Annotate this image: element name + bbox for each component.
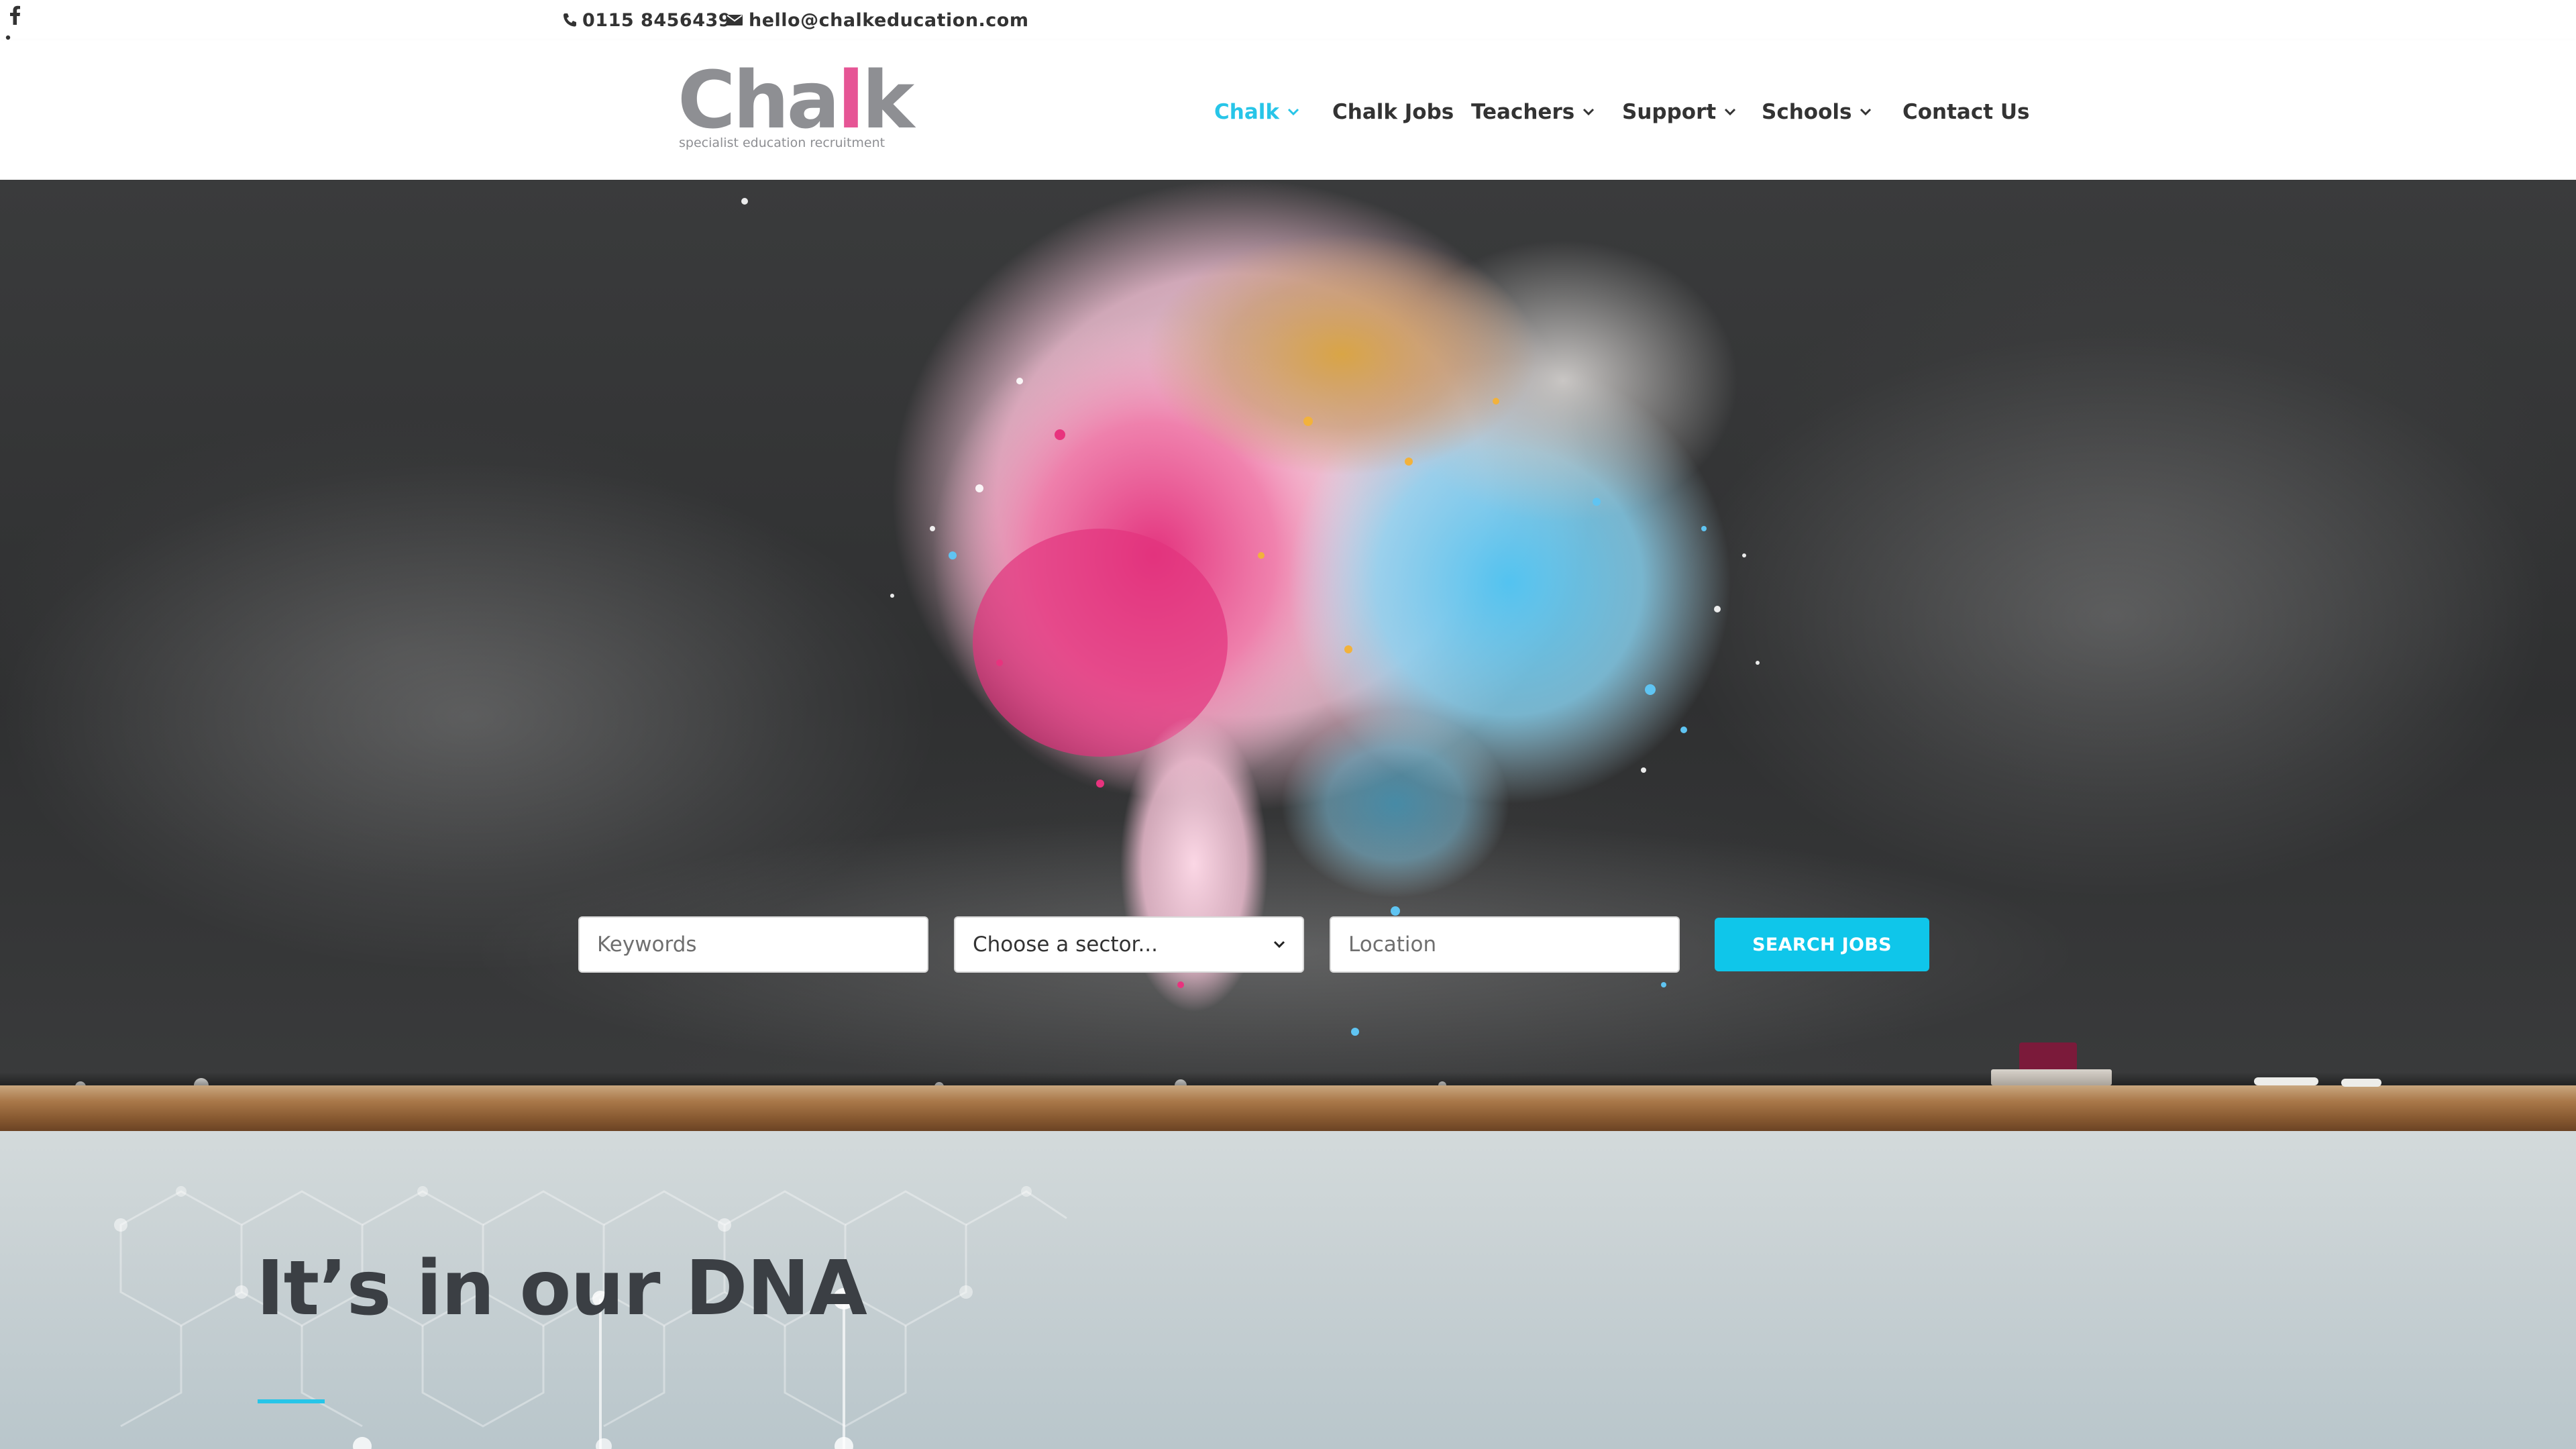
facebook-link[interactable] bbox=[0, 0, 30, 30]
chalk-stick bbox=[2341, 1079, 2381, 1087]
sector-select[interactable]: Choose a sector... bbox=[954, 916, 1304, 973]
email-link[interactable]: hello@chalkeducation.com bbox=[726, 7, 1029, 34]
nav-item-support[interactable]: Support bbox=[1622, 95, 1736, 129]
chevron-down-icon bbox=[1725, 108, 1736, 116]
heading-accent-line bbox=[258, 1399, 325, 1403]
logo-wordmark: Chalk bbox=[678, 54, 914, 146]
nav-item-chalk[interactable]: Chalk bbox=[1214, 95, 1299, 129]
nav-label: Teachers bbox=[1471, 100, 1575, 124]
keywords-input[interactable] bbox=[578, 916, 928, 973]
sector-selected-value: Choose a sector... bbox=[973, 932, 1159, 957]
search-jobs-button[interactable]: SEARCH JOBS bbox=[1715, 918, 1929, 971]
location-input[interactable] bbox=[1330, 916, 1680, 973]
nav-label: Support bbox=[1622, 100, 1717, 124]
chalk-stick bbox=[2254, 1077, 2318, 1085]
board-wooden-ledge bbox=[0, 1085, 2576, 1131]
top-contact-bar: 0115 8456439 hello@chalkeducation.com bbox=[0, 0, 2576, 53]
nav-label: Chalk Jobs bbox=[1332, 100, 1454, 124]
section-heading: It’s in our DNA bbox=[256, 1245, 867, 1332]
site-header: Chalk specialist education recruitment C… bbox=[0, 40, 2576, 180]
chevron-down-icon bbox=[1860, 108, 1872, 116]
chalk-powder-splash bbox=[0, 180, 2549, 1093]
eraser-felt bbox=[2019, 1042, 2077, 1069]
nav-item-teachers[interactable]: Teachers bbox=[1471, 95, 1595, 129]
nav-item-chalk-jobs[interactable]: Chalk Jobs bbox=[1332, 95, 1454, 129]
chevron-down-icon bbox=[1583, 108, 1595, 116]
hero-chalkboard: Choose a sector... SEARCH JOBS bbox=[0, 180, 2576, 1131]
dna-section: It’s in our DNA bbox=[0, 1131, 2576, 1449]
logo-tagline: specialist education recruitment bbox=[679, 136, 885, 150]
nav-item-contact-us[interactable]: Contact Us bbox=[1902, 95, 2029, 129]
board-eraser bbox=[1991, 1042, 2112, 1085]
envelope-icon bbox=[727, 15, 743, 25]
phone-number: 0115 8456439 bbox=[582, 9, 732, 31]
nav-label: Chalk bbox=[1214, 100, 1279, 124]
chalk-logo[interactable]: Chalk specialist education recruitment bbox=[678, 60, 914, 154]
board-ledge-shadow bbox=[0, 1072, 2576, 1087]
email-address: hello@chalkeducation.com bbox=[749, 9, 1029, 31]
nav-label: Schools bbox=[1762, 100, 1852, 124]
eraser-base bbox=[1991, 1069, 2112, 1085]
phone-icon bbox=[564, 13, 576, 27]
facebook-icon bbox=[10, 5, 20, 25]
chevron-down-icon bbox=[1287, 108, 1299, 116]
nav-item-schools[interactable]: Schools bbox=[1762, 95, 1872, 129]
chevron-down-icon bbox=[1273, 941, 1285, 949]
phone-link[interactable]: 0115 8456439 bbox=[562, 7, 731, 34]
nav-label: Contact Us bbox=[1902, 100, 2030, 124]
